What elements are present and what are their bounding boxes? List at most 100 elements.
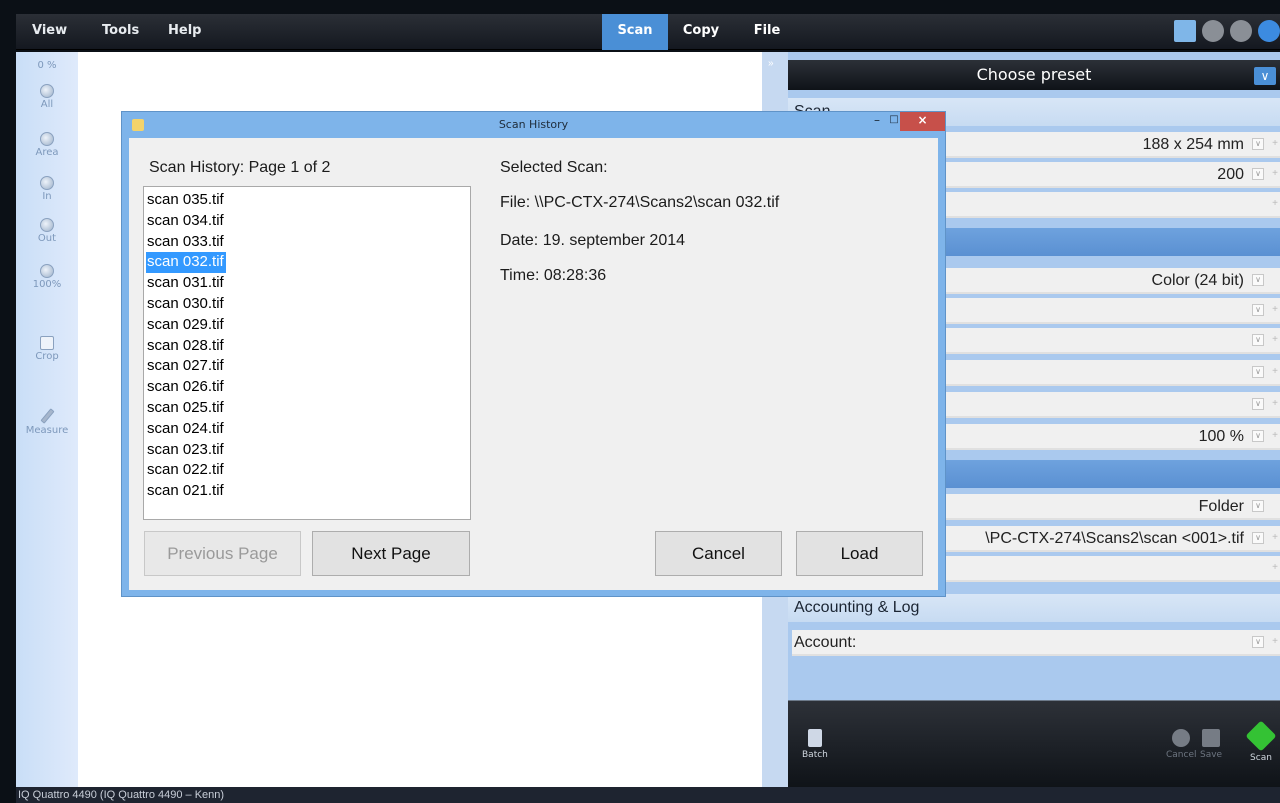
settings-icon[interactable] (1202, 20, 1224, 42)
menu-tools[interactable]: Tools (86, 14, 155, 50)
plus-icon[interactable]: + (1268, 334, 1278, 346)
device-icon[interactable] (1174, 20, 1196, 42)
magnifier-icon (40, 84, 54, 98)
plus-icon[interactable]: + (1268, 198, 1278, 210)
file-line: File: \\PC-CTX-274\Scans2\scan 032.tif (500, 194, 780, 211)
page-heading: Scan History: Page 1 of 2 (149, 159, 331, 176)
date-line: Date: 19. september 2014 (500, 232, 686, 249)
help-icon[interactable] (1258, 20, 1280, 42)
scan-list[interactable]: scan 035.tif scan 034.tif scan 033.tif scan… (143, 186, 471, 520)
list-item[interactable]: scan 033.tif (146, 232, 226, 253)
resolution-value: 200 (1217, 166, 1244, 183)
zoom-100-button[interactable]: 100% (16, 264, 78, 290)
list-item[interactable]: scan 023.tif (146, 440, 226, 461)
scanner-app-window: View Tools Help Scan Copy File 0 % All A… (0, 0, 1280, 803)
preset-selector[interactable]: Choose preset ∨ (788, 60, 1280, 90)
dropdown-icon[interactable]: ∨ (1252, 366, 1264, 378)
account-row[interactable]: Account: ∨ + (792, 630, 1280, 656)
scan-action-button[interactable]: Scan (1245, 720, 1277, 763)
crop-button[interactable]: Crop (16, 336, 78, 362)
previous-page-button[interactable]: Previous Page (144, 531, 301, 576)
dropdown-icon[interactable]: ∨ (1252, 636, 1264, 648)
cancel-action-button[interactable]: Cancel (1166, 729, 1197, 760)
menu-help[interactable]: Help (152, 14, 217, 50)
list-item[interactable]: scan 034.tif (146, 211, 226, 232)
zoom-area-label: Area (35, 147, 59, 158)
list-item[interactable]: scan 029.tif (146, 315, 226, 336)
preset-label: Choose preset (976, 65, 1092, 84)
scan-history-dialog: Scan History – □ × Scan History: Page 1 … (121, 111, 946, 597)
minimize-icon[interactable]: – (870, 112, 884, 131)
batch-icon (807, 729, 822, 747)
tab-copy[interactable]: Copy (668, 14, 734, 50)
dropdown-icon[interactable]: ∨ (1252, 168, 1264, 180)
action-bar: Batch Cancel Save Scan (788, 700, 1280, 787)
list-item[interactable]: scan 032.tif (146, 252, 226, 274)
save-action-button[interactable]: Save (1200, 729, 1222, 760)
pen-icon (39, 408, 55, 424)
zoom-100-label: 100% (32, 279, 62, 290)
zoom-level: 0 % (37, 60, 57, 71)
plus-icon[interactable]: + (1268, 168, 1278, 180)
dropdown-icon[interactable]: ∨ (1252, 138, 1264, 150)
plus-icon[interactable]: + (1268, 562, 1278, 574)
list-item[interactable]: scan 024.tif (146, 419, 226, 440)
list-item[interactable]: scan 030.tif (146, 294, 226, 315)
maximize-icon[interactable]: □ (888, 112, 900, 131)
batch-button[interactable]: Batch (802, 729, 828, 760)
zoom-out-icon (40, 218, 54, 232)
cancel-button[interactable]: Cancel (655, 531, 782, 576)
plus-icon[interactable]: + (1268, 636, 1278, 648)
dropdown-icon[interactable]: ∨ (1252, 532, 1264, 544)
list-item[interactable]: scan 021.tif (146, 481, 226, 502)
left-toolbar: 0 % All Area In Out 100% Crop Measure (16, 52, 78, 787)
measure-button[interactable]: Measure (16, 408, 78, 436)
collapse-arrows-icon: » (768, 58, 774, 69)
time-line: Time: 08:28:36 (500, 267, 607, 284)
plus-icon[interactable]: + (1268, 430, 1278, 442)
zoom-100-icon (40, 264, 54, 278)
info-icon[interactable] (1230, 20, 1252, 42)
section-accounting[interactable]: Accounting & Log (788, 594, 1280, 622)
list-item[interactable]: scan 026.tif (146, 377, 226, 398)
crop-icon (40, 336, 54, 350)
dialog-titlebar[interactable]: Scan History – □ × (122, 112, 945, 138)
plus-icon[interactable]: + (1268, 138, 1278, 150)
size-value: 188 x 254 mm (1142, 136, 1244, 153)
load-button[interactable]: Load (796, 531, 923, 576)
zoom-in-icon (40, 176, 54, 190)
dropdown-icon[interactable]: ∨ (1252, 274, 1264, 286)
app-icon (132, 119, 144, 131)
list-item[interactable]: scan 025.tif (146, 398, 226, 419)
plus-icon[interactable]: + (1268, 532, 1278, 544)
color-mode-value: Color (24 bit) (1151, 272, 1244, 289)
plus-icon[interactable]: + (1268, 366, 1278, 378)
zoom-area-button[interactable]: Area (16, 132, 78, 158)
list-item[interactable]: scan 031.tif (146, 273, 226, 294)
list-item[interactable]: scan 027.tif (146, 356, 226, 377)
dropdown-icon[interactable]: ∨ (1252, 398, 1264, 410)
plus-icon[interactable]: + (1268, 398, 1278, 410)
menu-view[interactable]: View (16, 14, 83, 50)
list-item[interactable]: scan 022.tif (146, 460, 226, 481)
dropdown-icon[interactable]: ∨ (1252, 500, 1264, 512)
plus-icon[interactable]: + (1268, 304, 1278, 316)
zoom-all-label: All (40, 99, 54, 110)
dropdown-icon[interactable]: ∨ (1252, 334, 1264, 346)
chevron-down-icon[interactable]: ∨ (1254, 67, 1276, 85)
next-page-button[interactable]: Next Page (312, 531, 470, 576)
zoom-out-button[interactable]: Out (16, 218, 78, 244)
close-icon[interactable]: × (900, 112, 945, 131)
crop-label: Crop (35, 351, 59, 362)
list-item[interactable]: scan 035.tif (146, 190, 226, 211)
dropdown-icon[interactable]: ∨ (1252, 430, 1264, 442)
dialog-title: Scan History (498, 118, 569, 131)
tab-file[interactable]: File (734, 14, 800, 50)
tab-scan[interactable]: Scan (602, 14, 668, 50)
dropdown-icon[interactable]: ∨ (1252, 304, 1264, 316)
scale-value: 100 % (1198, 428, 1244, 445)
list-item[interactable]: scan 028.tif (146, 336, 226, 357)
zoom-in-button[interactable]: In (16, 176, 78, 202)
zoom-all-button[interactable]: All (16, 84, 78, 110)
zoom-out-label: Out (37, 233, 57, 244)
